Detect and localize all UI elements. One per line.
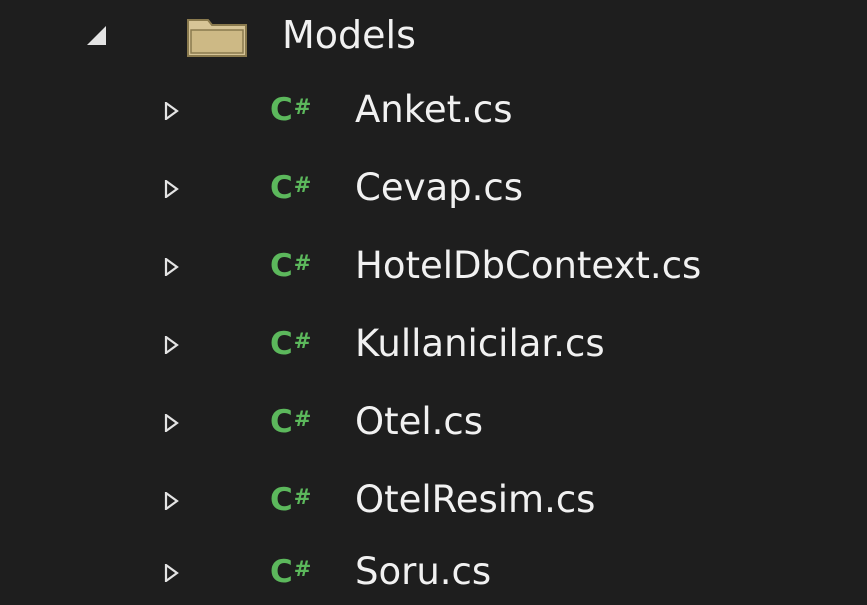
expand-triangle-icon[interactable]	[164, 102, 179, 120]
tree-node-models-folder[interactable]: Models	[0, 5, 867, 65]
tree-node-file-otelresim[interactable]: C# OtelResim.cs	[0, 470, 867, 530]
csharp-file-icon: C#	[270, 554, 312, 590]
expand-triangle-icon[interactable]	[164, 564, 179, 582]
file-label: Soru.cs	[355, 550, 492, 593]
file-label: Otel.cs	[355, 400, 484, 443]
folder-icon	[186, 16, 248, 58]
file-label: HotelDbContext.cs	[355, 244, 702, 287]
file-label: OtelResim.cs	[355, 478, 596, 521]
expand-triangle-icon[interactable]	[164, 258, 179, 276]
file-label: Cevap.cs	[355, 166, 524, 209]
folder-label: Models	[282, 13, 416, 57]
file-label: Kullanicilar.cs	[355, 322, 605, 365]
csharp-file-icon: C#	[270, 326, 312, 362]
tree-node-file-soru[interactable]: C# Soru.cs	[0, 542, 867, 602]
expand-triangle-icon[interactable]	[164, 180, 179, 198]
expand-triangle-icon[interactable]	[164, 414, 179, 432]
tree-node-file-hoteldbcontext[interactable]: C# HotelDbContext.cs	[0, 236, 867, 296]
tree-node-file-cevap[interactable]: C# Cevap.cs	[0, 158, 867, 218]
csharp-file-icon: C#	[270, 248, 312, 284]
csharp-file-icon: C#	[270, 170, 312, 206]
expand-triangle-icon[interactable]	[164, 336, 179, 354]
solution-explorer-tree: Models C# Anket.cs C# Cevap.cs C# HotelD…	[0, 0, 867, 605]
expand-triangle-icon[interactable]	[164, 492, 179, 510]
csharp-file-icon: C#	[270, 404, 312, 440]
csharp-file-icon: C#	[270, 92, 312, 128]
csharp-file-icon: C#	[270, 482, 312, 518]
tree-node-file-kullanicilar[interactable]: C# Kullanicilar.cs	[0, 314, 867, 374]
file-label: Anket.cs	[355, 88, 513, 131]
tree-node-file-anket[interactable]: C# Anket.cs	[0, 80, 867, 140]
tree-node-file-otel[interactable]: C# Otel.cs	[0, 392, 867, 452]
collapse-triangle-icon[interactable]	[87, 26, 106, 45]
